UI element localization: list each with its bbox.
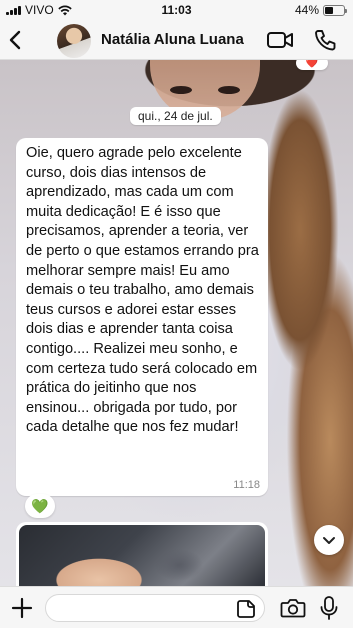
heart-reaction[interactable]: ❤️ [296,60,328,70]
camera-icon[interactable] [280,596,306,620]
message-text: Oie, quero agrade pelo excelente curso, … [26,145,259,436]
contact-name[interactable]: Natália Aluna Luana [101,31,244,48]
date-chip: qui., 24 de jul. [130,107,221,125]
chevron-left-icon[interactable] [4,26,28,54]
battery-icon [323,4,347,16]
plus-icon[interactable] [10,596,34,620]
reaction-emoji: 💚 [31,497,49,514]
wallpaper-detail [218,86,240,94]
microphone-icon[interactable] [318,595,340,621]
scroll-down-button[interactable] [314,525,344,555]
status-bar: VIVO 11:03 44% [0,0,353,20]
green-heart-reaction[interactable]: 💚 [25,494,55,518]
battery-fill [325,6,333,14]
chat-area[interactable]: ❤️ qui., 24 de jul. Oie, quero agrade pe… [0,60,353,586]
message-bubble[interactable]: Oie, quero agrade pelo excelente curso, … [16,138,268,496]
image-message[interactable] [16,522,268,586]
reaction-emoji: ❤️ [305,60,319,69]
avatar[interactable] [57,24,91,58]
wallpaper-detail [170,86,192,94]
video-camera-icon[interactable] [266,28,294,52]
status-right: 44% [294,3,347,17]
message-input[interactable] [45,594,265,622]
chat-header: Natália Aluna Luana [0,20,353,60]
image-thumbnail[interactable] [19,525,265,586]
message-time: 11:18 [233,479,260,491]
phone-icon[interactable] [313,28,337,52]
battery-percent: 44% [294,3,319,17]
chevron-down-icon [323,537,335,544]
sticker-icon[interactable] [236,599,256,619]
input-bar [0,586,353,628]
